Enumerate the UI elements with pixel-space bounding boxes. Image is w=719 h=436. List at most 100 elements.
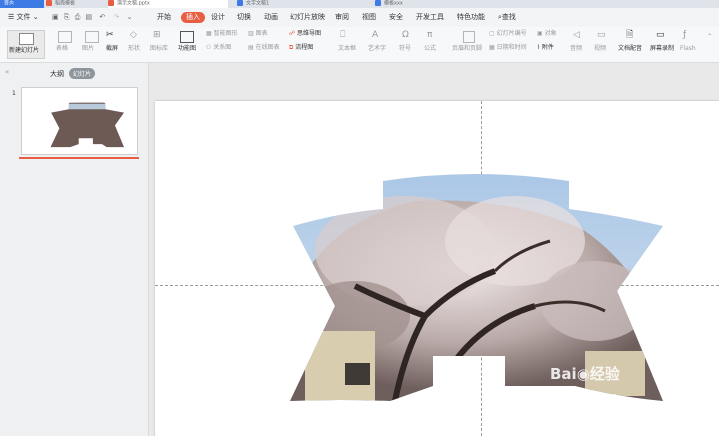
bar-chart-icon: ▥: [248, 30, 256, 37]
undo-icon[interactable]: ↶: [99, 13, 105, 21]
watermark-url: jingyan.baidu.com: [552, 392, 617, 400]
smart-shape-button[interactable]: ▦ 智能图形: [206, 30, 238, 38]
tab-doc-1-label: 稻壳模板: [55, 0, 76, 7]
tab-doc-3[interactable]: 文字文稿1: [237, 0, 357, 8]
tab-features[interactable]: 特色功能: [457, 12, 485, 23]
picture-button[interactable]: [82, 31, 99, 43]
slide-number-button[interactable]: ▢ 幻灯片编号: [489, 30, 527, 38]
flash-label: Flash: [680, 45, 696, 52]
new-slide-button[interactable]: 新建幻灯片: [7, 30, 45, 59]
ppt-icon: [108, 0, 114, 6]
datetime-button[interactable]: ▦ 日期和时间: [489, 44, 527, 52]
smart-shape-icon: ▦: [206, 30, 214, 37]
func-chart-label: 功能图: [178, 45, 197, 52]
redo-icon[interactable]: ↷: [114, 13, 120, 21]
audio-label: 音频: [570, 45, 583, 52]
picture-icon: [85, 31, 99, 43]
table-button[interactable]: [55, 31, 72, 43]
screenshot-button[interactable]: ✂: [106, 31, 114, 40]
shape-button[interactable]: ◇: [130, 31, 137, 40]
art-text-button[interactable]: A: [372, 31, 378, 40]
thumbnail-selection-bar: [19, 157, 139, 159]
tab-insert[interactable]: 插入: [181, 12, 205, 23]
menu-bar: ☰ 文件 ⌄ ▣ ⎘ ⎙ ▤ ↶ ↷ ⌄ 开始 插入 设计 切换 动画 幻灯片放…: [0, 8, 719, 28]
object-button[interactable]: ▣ 对象: [537, 30, 557, 38]
tab-review[interactable]: 审阅: [335, 12, 349, 23]
tab-security[interactable]: 安全: [389, 12, 403, 23]
tab-home-label: 首页: [4, 0, 15, 6]
file-menu-label: 文件: [16, 13, 31, 21]
online-chart-button[interactable]: ▤ 在线图表: [248, 44, 280, 52]
preview-icon[interactable]: ▤: [86, 13, 93, 21]
chart-button[interactable]: ▥ 图表: [248, 30, 268, 38]
slide-number-icon: ▢: [489, 30, 497, 37]
screen-rec-label: 屏幕录制: [650, 45, 675, 52]
icon-lib-button[interactable]: ⊞: [153, 31, 161, 40]
header-footer-label: 页眉和页脚: [452, 45, 483, 52]
flowchart-button[interactable]: ⧉ 流程图: [289, 44, 313, 52]
chart-label: 图表: [255, 30, 268, 37]
tab-home[interactable]: 首页: [0, 0, 44, 8]
slide-editor[interactable]: Bai◉经验 jingyan.baidu.com: [155, 101, 719, 436]
text-dub-button[interactable]: 🗎: [626, 31, 633, 40]
search-label: 查找: [501, 13, 516, 21]
textbox-button[interactable]: ⎕: [340, 31, 345, 40]
relation-button[interactable]: ⚇ 关系图: [206, 44, 231, 52]
tab-view[interactable]: 视图: [362, 12, 376, 23]
tab-slideshow[interactable]: 幻灯片放映: [290, 12, 325, 23]
writer-icon: [237, 0, 243, 6]
shape-icon: ◇: [130, 30, 137, 40]
print-icon[interactable]: ⎙: [75, 13, 81, 21]
mind-map-icon: ☍: [289, 30, 297, 37]
header-footer-button[interactable]: [460, 31, 475, 43]
writer-icon: [375, 0, 381, 6]
symbol-button[interactable]: Ω: [402, 31, 409, 40]
thumbnail-image: [50, 102, 125, 148]
tab-doc-3-label: 文字文稿1: [246, 0, 270, 7]
tab-doc-1[interactable]: 稻壳模板: [46, 0, 104, 8]
attachment-button[interactable]: ⌇ 附件: [537, 44, 554, 52]
more-icon[interactable]: ⌁: [708, 31, 712, 39]
screen-rec-button[interactable]: ▭: [656, 31, 665, 40]
video-label: 视频: [594, 45, 607, 52]
collapse-panel-icon[interactable]: «: [5, 68, 9, 76]
tab-transition[interactable]: 切换: [237, 12, 251, 23]
slide-thumbnail[interactable]: [21, 87, 138, 155]
object-icon: ▣: [537, 30, 545, 37]
tab-slides[interactable]: 幻灯片: [69, 68, 96, 79]
datetime-label: 日期和时间: [496, 44, 527, 51]
file-menu[interactable]: ☰ 文件 ⌄: [8, 12, 39, 23]
text-dub-label: 文档配音: [618, 45, 643, 52]
tab-developer[interactable]: 开发工具: [416, 12, 444, 23]
tab-design[interactable]: 设计: [211, 12, 225, 23]
tab-animation[interactable]: 动画: [264, 12, 278, 23]
new-slide-icon: [19, 33, 34, 45]
mind-map-button[interactable]: ☍ 思维导图: [289, 30, 321, 38]
customize-icon[interactable]: ⌄: [127, 13, 133, 21]
flash-button[interactable]: ƒ: [683, 31, 686, 40]
formula-button[interactable]: π: [427, 31, 432, 40]
picture-label: 图片: [82, 45, 95, 52]
hamburger-icon: ☰: [8, 13, 17, 21]
tab-outline[interactable]: 大纲: [50, 69, 64, 79]
search-box[interactable]: ⌕查找: [498, 12, 516, 23]
save-icon[interactable]: ▣: [52, 13, 59, 21]
speaker-icon: ◁: [573, 30, 580, 40]
chevron-down-icon: ⌄: [30, 13, 39, 21]
audio-button[interactable]: ◁: [573, 31, 580, 40]
art-text-label: 艺术字: [368, 45, 387, 52]
document-tab-bar: 首页 稻壳模板 演示文稿.pptx 文字文稿1 模板xxx: [0, 0, 719, 8]
tab-doc-4[interactable]: 模板xxx: [375, 0, 475, 8]
screenshot-label: 截屏: [106, 45, 119, 52]
formula-label: 公式: [424, 45, 437, 52]
cherry-blossom-picture[interactable]: [155, 101, 719, 436]
func-chart-button[interactable]: [180, 31, 194, 43]
icon-library-icon: ⊞: [153, 30, 161, 40]
function-chart-icon: [180, 31, 194, 43]
tab-doc-active[interactable]: 演示文稿.pptx: [108, 0, 228, 8]
video-button[interactable]: ▭: [597, 31, 606, 40]
open-icon[interactable]: ⎘: [64, 13, 70, 21]
quick-access-toolbar: ▣ ⎘ ⎙ ▤ ↶ ↷ ⌄: [52, 12, 133, 23]
attachment-label: 附件: [541, 44, 554, 51]
tab-home-menu[interactable]: 开始: [157, 12, 171, 23]
